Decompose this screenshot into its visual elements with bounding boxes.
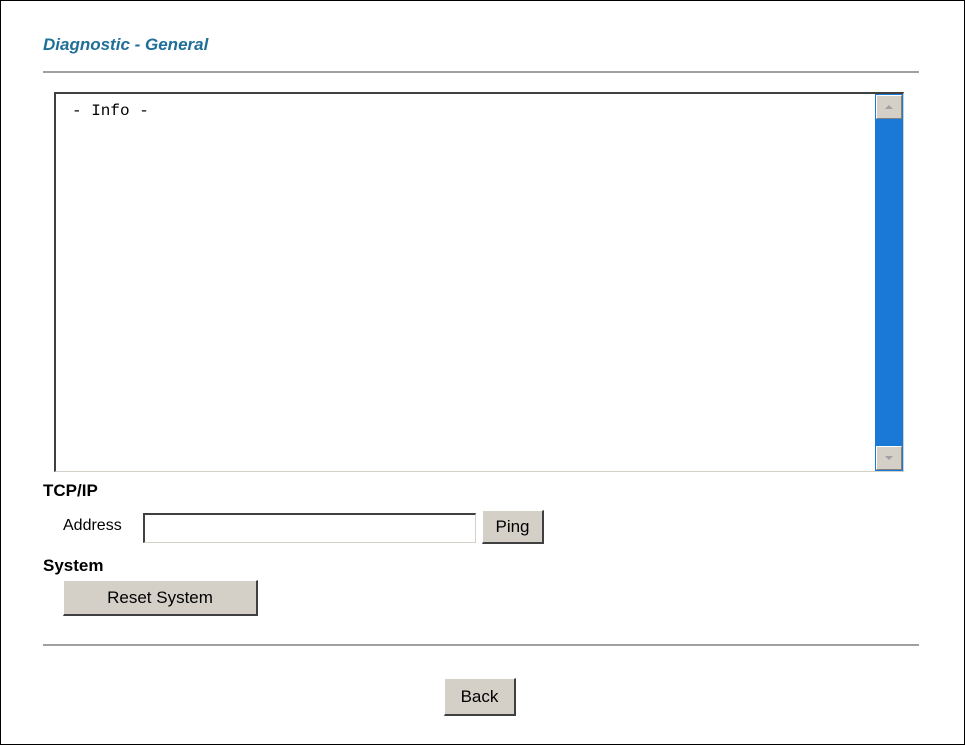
reset-system-button[interactable]: Reset System	[63, 580, 258, 616]
scroll-down-button[interactable]	[876, 446, 902, 470]
system-heading: System	[43, 556, 104, 575]
ping-button[interactable]: Ping	[482, 510, 544, 544]
scroll-down-arrow-icon	[885, 456, 893, 460]
footer-divider	[43, 644, 919, 646]
back-button[interactable]: Back	[444, 678, 516, 716]
address-input[interactable]	[143, 513, 476, 543]
tcpip-heading: TCP/IP	[43, 481, 98, 500]
diagnostic-panel: Diagnostic - General - Info - TCP/IP Add…	[0, 0, 965, 745]
info-text: - Info -	[72, 102, 149, 120]
scroll-up-arrow-icon	[885, 105, 893, 109]
info-textarea[interactable]: - Info -	[54, 92, 904, 472]
page-title: Diagnostic - General	[43, 35, 209, 54]
scroll-up-button[interactable]	[876, 95, 902, 119]
info-scrollbar[interactable]	[875, 94, 903, 471]
title-divider	[43, 71, 919, 73]
address-label: Address	[63, 517, 122, 534]
